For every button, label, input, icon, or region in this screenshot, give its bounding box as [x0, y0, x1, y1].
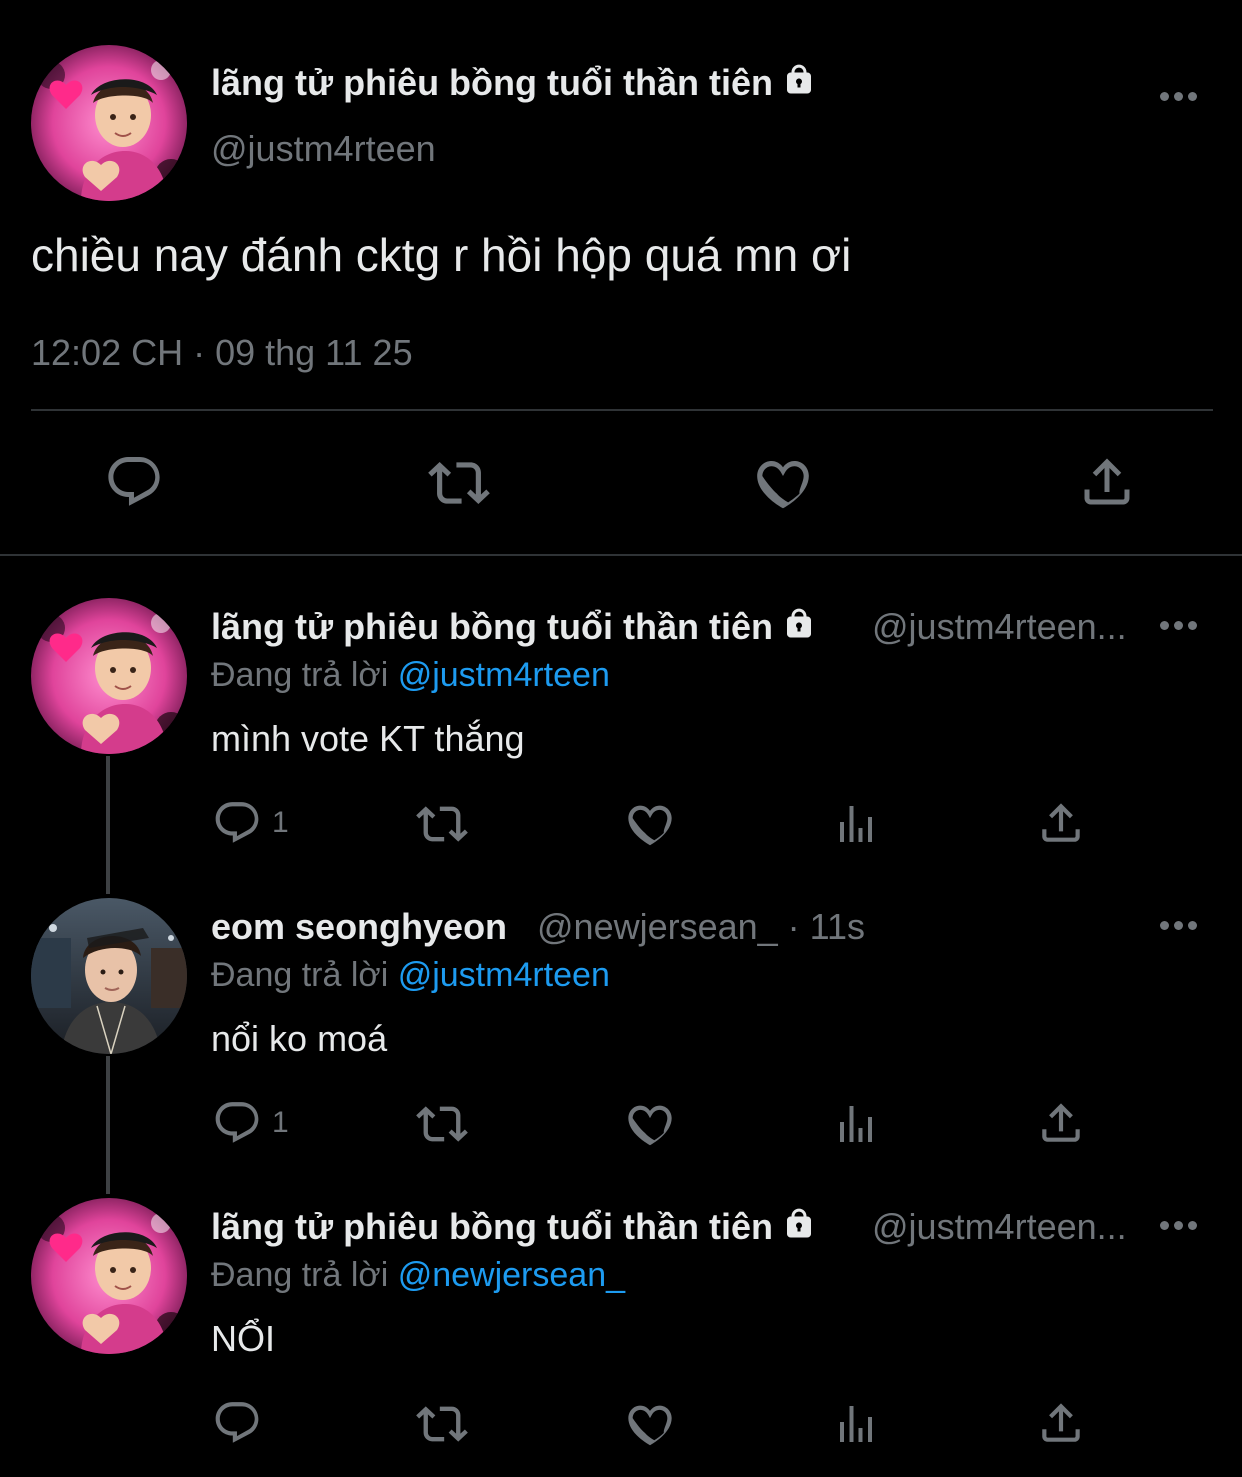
like-icon[interactable]: [624, 1098, 676, 1150]
views-icon[interactable]: [832, 1100, 880, 1148]
views-icon[interactable]: [832, 800, 880, 848]
handle[interactable]: @justm4rteen: [211, 128, 436, 170]
reply-icon[interactable]: [104, 452, 164, 512]
timestamp[interactable]: 12:02 CH · 09 thg 11 25: [31, 332, 413, 374]
more-icon[interactable]: [1160, 92, 1200, 104]
mention-link[interactable]: @newjersean_: [398, 1256, 625, 1294]
avatar[interactable]: [31, 1198, 187, 1354]
share-icon[interactable]: [1036, 1098, 1086, 1148]
replying-to: Đang trả lời @justm4rteen: [211, 656, 610, 695]
retweet-icon[interactable]: [416, 1398, 468, 1450]
replying-to: Đang trả lời @justm4rteen: [211, 956, 610, 995]
thread-line: [106, 756, 110, 894]
share-icon[interactable]: [1036, 798, 1086, 848]
display-name: lãng tử phiêu bồng tuổi thần tiên: [211, 606, 773, 647]
avatar[interactable]: [31, 598, 187, 754]
like-icon[interactable]: [624, 1398, 676, 1450]
like-icon[interactable]: [624, 798, 676, 850]
handle[interactable]: @newjersean_ · 11s: [537, 906, 865, 948]
replying-prefix: Đang trả lời: [211, 1256, 398, 1294]
reply-text: mình vote KT thắng: [211, 718, 525, 759]
reply-count: 1: [272, 1106, 289, 1139]
lock-icon: [781, 1206, 817, 1251]
more-icon[interactable]: [1160, 1221, 1200, 1233]
reply-text: NỔI: [211, 1318, 276, 1359]
retweet-icon[interactable]: [416, 1098, 468, 1150]
views-icon[interactable]: [832, 1400, 880, 1448]
mention-link[interactable]: @justm4rteen: [398, 656, 610, 694]
retweet-icon[interactable]: [428, 452, 490, 514]
share-icon[interactable]: [1036, 1398, 1086, 1448]
reply-text: nổi ko moá: [211, 1018, 388, 1059]
replying-to: Đang trả lời @newjersean_: [211, 1256, 625, 1295]
divider: [31, 409, 1213, 411]
handle[interactable]: @justm4rteen...: [872, 606, 1127, 648]
reply-icon[interactable]: [212, 1398, 262, 1448]
thread-line: [106, 1056, 110, 1194]
share-icon[interactable]: [1077, 452, 1137, 512]
lock-icon: [781, 606, 817, 651]
display-name: lãng tử phiêu bồng tuổi thần tiên: [211, 1206, 773, 1247]
tweet-text: chiều nay đánh cktg r hồi hộp quá mn ơi: [31, 229, 852, 281]
retweet-icon[interactable]: [416, 798, 468, 850]
replying-prefix: Đang trả lời: [211, 956, 398, 994]
display-name[interactable]: eom seonghyeon: [211, 906, 507, 948]
display-name[interactable]: lãng tử phiêu bồng tuổi thần tiên: [211, 62, 817, 107]
replying-prefix: Đang trả lời: [211, 656, 398, 694]
reply-count: 1: [272, 806, 289, 839]
like-icon[interactable]: [752, 452, 814, 514]
lock-icon: [781, 62, 817, 107]
more-icon[interactable]: [1160, 621, 1200, 633]
avatar[interactable]: [31, 898, 187, 1054]
more-icon[interactable]: [1160, 921, 1200, 933]
mention-link[interactable]: @justm4rteen: [398, 956, 610, 994]
reply-icon[interactable]: [212, 1098, 262, 1148]
reply-header[interactable]: lãng tử phiêu bồng tuổi thần tiên: [211, 606, 817, 651]
divider: [0, 554, 1242, 556]
avatar[interactable]: [31, 45, 187, 201]
handle[interactable]: @justm4rteen...: [872, 1206, 1127, 1248]
reply-icon[interactable]: [212, 798, 262, 848]
display-name-text: lãng tử phiêu bồng tuổi thần tiên: [211, 62, 773, 103]
reply-header[interactable]: lãng tử phiêu bồng tuổi thần tiên: [211, 1206, 817, 1251]
